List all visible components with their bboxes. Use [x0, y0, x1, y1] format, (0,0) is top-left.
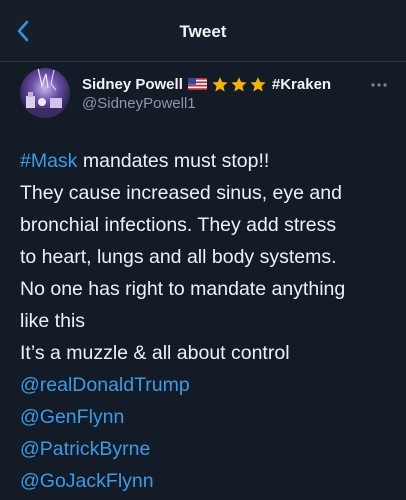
us-flag-icon	[187, 78, 207, 90]
more-options-button[interactable]	[370, 76, 388, 87]
star-icon	[231, 76, 247, 92]
author-name-row: Sidney Powell #Kraken	[82, 73, 372, 95]
tweet-line: like this	[20, 310, 86, 332]
mention-link[interactable]: @realDonaldTrump	[20, 369, 400, 401]
avatar-image	[20, 68, 70, 118]
tweet-text: #Mask mandates must stop!! They cause in…	[20, 145, 400, 497]
avatar[interactable]	[20, 68, 70, 118]
author-name-tag: #Kraken	[271, 75, 332, 93]
tweet-line: #Mask mandates must stop!!	[20, 145, 400, 177]
tweet-line: bronchial infections. They add stress	[20, 214, 337, 236]
author-name: Sidney Powell	[82, 75, 183, 93]
author-handle: @SidneyPowell1	[82, 95, 196, 112]
tweet-line: It’s a muzzle & all about control	[20, 342, 290, 364]
star-icon	[212, 76, 228, 92]
more-options-icon	[371, 83, 387, 87]
tweet-line: No one has right to mandate anything	[20, 278, 346, 300]
hashtag-link[interactable]: #Mask	[20, 150, 77, 172]
page-title: Tweet	[179, 22, 227, 41]
author-info[interactable]: Sidney Powell #Kraken @SidneyPowell1	[82, 73, 372, 113]
tweet-card: Sidney Powell #Kraken @SidneyPowell1 #Ma…	[0, 62, 406, 500]
tweet-line: to heart, lungs and all body systems.	[20, 246, 337, 268]
top-navigation-bar: Tweet	[0, 0, 406, 62]
tweet-text-segment: mandates must stop!!	[82, 150, 270, 172]
mention-link[interactable]: @GenFlynn	[20, 401, 400, 433]
star-icon	[250, 76, 266, 92]
mention-link[interactable]: @PatrickByrne	[20, 433, 400, 465]
tweet-line: They cause increased sinus, eye and	[20, 182, 342, 204]
mention-link[interactable]: @GoJackFlynn	[20, 465, 400, 497]
